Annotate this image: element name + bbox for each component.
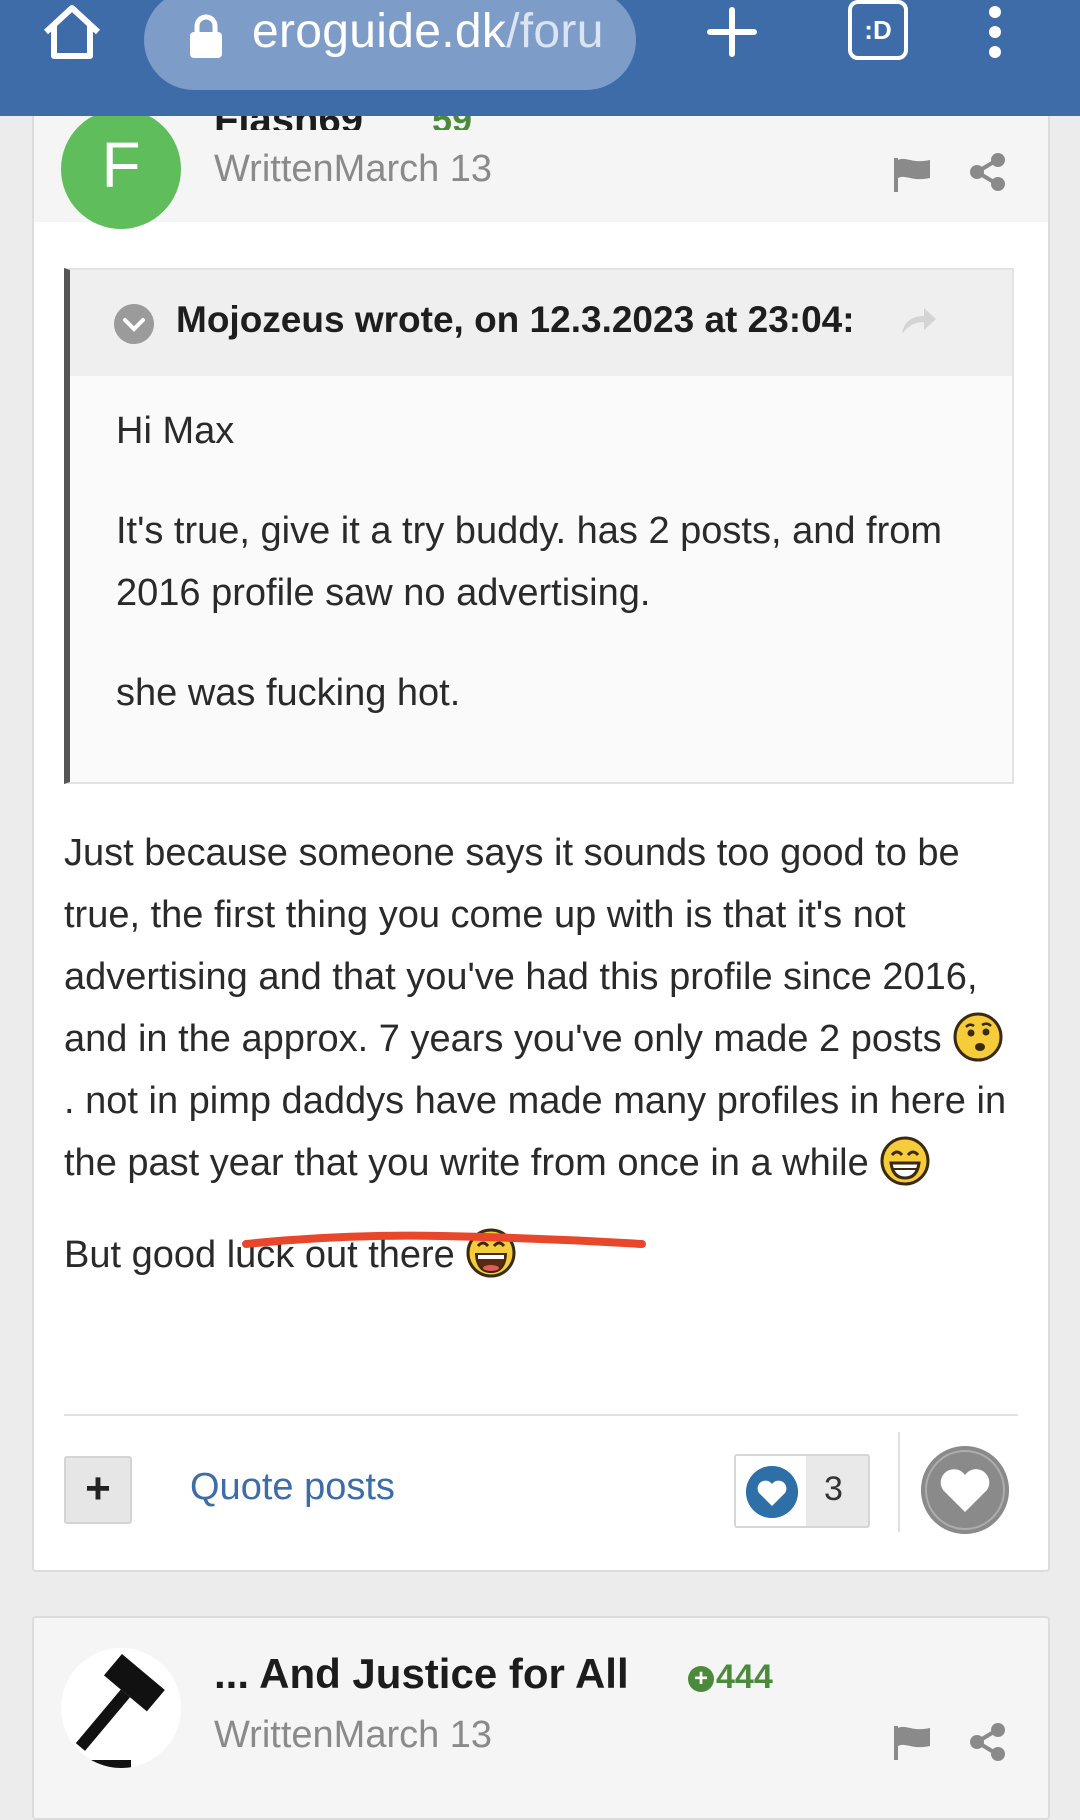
quote-header: Mojozeus wrote, on 12.3.2023 at 23:04:: [70, 270, 1012, 376]
quote-attribution: Mojozeus wrote, on 12.3.2023 at 23:04:: [176, 299, 855, 340]
reputation-value: 444: [716, 1658, 773, 1696]
author-name[interactable]: ... And Justice for All: [214, 1650, 629, 1698]
address-bar[interactable]: eroguide.dk/foru: [144, 0, 636, 90]
quote-post-link[interactable]: Quote posts: [190, 1466, 395, 1509]
avatar[interactable]: F: [61, 109, 181, 229]
plus-icon: +: [688, 1666, 714, 1692]
post-text: . not in pimp daddys have made many prof…: [64, 1080, 1007, 1184]
flag-icon[interactable]: [892, 1722, 932, 1762]
url-text: eroguide.dk/foru: [252, 5, 604, 58]
tab-switcher-button[interactable]: :D: [848, 0, 908, 60]
post-paragraph: Just because someone says it sounds too …: [64, 822, 1022, 1194]
reaction-count[interactable]: 3: [734, 1454, 870, 1528]
share-icon[interactable]: [969, 152, 1007, 192]
grinning-emoji-icon: [880, 1136, 930, 1186]
red-underline-annotation: [242, 1231, 646, 1248]
quote-paragraph: she was fucking hot.: [116, 672, 461, 714]
share-icon[interactable]: [969, 1722, 1007, 1762]
reaction-icon-box: [736, 1456, 806, 1526]
like-count: 3: [824, 1470, 843, 1508]
divider: [64, 1414, 1018, 1416]
reputation-badge: +444: [688, 1658, 773, 1697]
collapse-toggle-icon[interactable]: [114, 304, 154, 344]
new-tab-icon[interactable]: [700, 4, 764, 60]
divider: [898, 1432, 900, 1532]
react-heart-icon[interactable]: [921, 1446, 1009, 1534]
quote-content: Hi Max It's true, give it a try buddy. h…: [116, 400, 976, 762]
forum-post: ... And Justice for All +444 WrittenMarc…: [32, 1616, 1050, 1820]
jump-to-quote-icon[interactable]: [898, 304, 938, 338]
quote-paragraph: It's true, give it a try buddy. has 2 po…: [116, 510, 943, 614]
heart-reaction-icon: [746, 1466, 798, 1518]
browser-toolbar: eroguide.dk/foru :D: [0, 0, 1080, 116]
quote-paragraph: Hi Max: [116, 410, 235, 452]
post-date: WrittenMarch 13: [214, 1714, 493, 1756]
multiquote-button[interactable]: +: [64, 1456, 132, 1524]
post-text: Just because someone says it sounds too …: [64, 832, 978, 1060]
lock-icon: [190, 14, 222, 58]
post-date: WrittenMarch 13: [214, 148, 493, 190]
home-icon[interactable]: [40, 0, 104, 66]
flag-icon[interactable]: [892, 154, 932, 194]
quote-block: Mojozeus wrote, on 12.3.2023 at 23:04: H…: [64, 268, 1014, 784]
gavel-avatar-icon[interactable]: [61, 1648, 181, 1768]
overflow-menu-icon[interactable]: [985, 4, 1005, 60]
thinking-emoji-icon: [953, 1012, 1003, 1062]
forum-post: F Flash69 59 WrittenMarch 13 Mojozeus wr…: [32, 90, 1050, 1572]
